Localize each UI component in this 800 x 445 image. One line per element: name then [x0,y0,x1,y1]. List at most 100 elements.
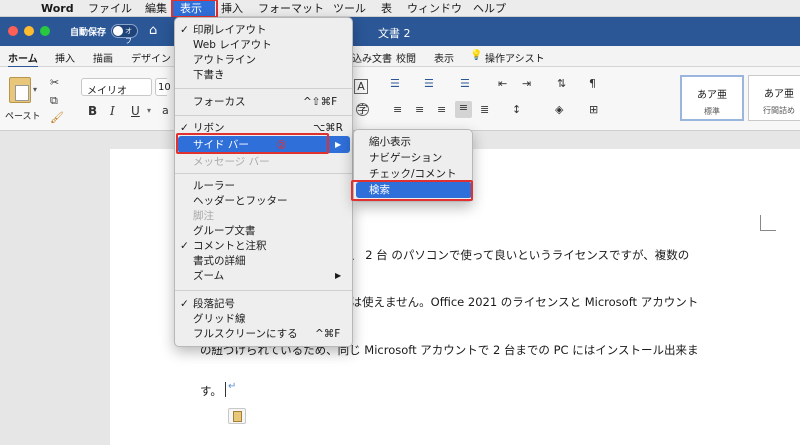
cut-icon[interactable]: ✂ [50,76,59,90]
tab-draw[interactable]: 描画 [93,50,113,65]
align-center-icon[interactable]: ≡ [415,103,424,117]
view-menu-sidebar-arrow: ▶ [335,140,342,149]
text-cursor [225,382,226,397]
shading-icon[interactable]: ◈ [555,103,563,117]
view-menu-message-bar: メッセージ バー [193,156,270,168]
view-menu-highlight [171,0,218,18]
sort-icon[interactable]: ⇅ [557,77,566,91]
numbering-icon[interactable]: ☰ [424,77,434,91]
copy-icon[interactable]: ⧉ [50,94,58,108]
bullets-icon[interactable]: ☰ [390,77,400,91]
char-border-icon[interactable]: A [354,79,368,94]
sidebar-menu-navigation[interactable]: ナビゲーション [369,151,442,165]
format-painter-icon[interactable]: 🖌 [50,111,64,125]
style-normal[interactable]: あア亜 標準 [680,75,744,121]
autosave-toggle[interactable]: オフ [111,24,138,45]
borders-icon[interactable]: ⊞ [589,103,598,117]
menu-file[interactable]: ファイル [88,2,132,15]
menu-table[interactable]: 表 [381,2,392,15]
view-menu-zoom[interactable]: ズーム [193,269,224,283]
menubar: Word ファイル 編集 表示 挿入 フォーマット ツール 表 ウィンドウ ヘル… [0,0,800,17]
menu-format[interactable]: フォーマット [258,2,324,15]
view-menu-paragraph-marks[interactable]: 段落記号 [193,297,235,311]
doc-line-4: す。 [200,384,222,398]
menu-tools[interactable]: ツール [333,2,366,15]
style-no-spacing-preview: あア亜 [764,89,794,100]
font-name-value: メイリオ [87,86,127,97]
font-size-value: 10 [158,82,171,93]
paste-options-button[interactable] [228,408,246,424]
tab-tell-me[interactable]: 操作アシスト [485,50,545,65]
paste-sheet-icon [15,85,29,101]
justify-icon[interactable]: ≡ [455,101,472,118]
zoom-window-button[interactable] [40,26,50,36]
menu-separator [175,290,352,291]
paste-dropdown-icon[interactable]: ▾ [33,85,37,94]
search-item-annotation [351,180,473,201]
ribbon: ▾ ペースト ✂ ⧉ 🖌 メイリオ 10 B I U ▾ a A 字 ☰ ☰ ☰… [0,67,800,131]
underline-dropdown-icon[interactable]: ▾ [147,104,151,118]
view-menu-fullscreen-shortcut: ^⌘F [315,328,341,340]
minimize-window-button[interactable] [24,26,34,36]
view-menu-header-footer[interactable]: ヘッダーとフッター [193,194,288,208]
multilevel-list-icon[interactable]: ☰ [460,77,470,91]
align-left-icon[interactable]: ≡ [393,103,402,117]
view-menu-zoom-arrow: ▶ [335,271,342,280]
style-no-spacing[interactable]: あア亜 行間詰め [748,75,800,121]
decrease-indent-icon[interactable]: ⇤ [498,77,507,91]
view-menu-gridlines[interactable]: グリッド線 [193,312,246,326]
ribbon-tabs: ホーム 挿入 描画 デザイン 差し込み文書 校閲 表示 💡 操作アシスト [0,46,800,68]
view-menu-draft[interactable]: 下書き [193,68,225,82]
menu-edit[interactable]: 編集 [145,2,167,15]
enclose-char-icon[interactable]: 字 [356,103,369,116]
view-menu-ruler[interactable]: ルーラー [193,179,235,193]
view-menu-check-12: ✓ [180,240,189,252]
align-right-icon[interactable]: ≡ [437,103,446,117]
menu-separator [175,173,352,174]
tab-review[interactable]: 校閲 [396,50,416,65]
menu-help[interactable]: ヘルプ [473,2,506,15]
view-menu-master-doc[interactable]: グループ文書 [193,224,255,238]
underline-button[interactable]: U [131,104,140,118]
view-menu-print-layout[interactable]: 印刷レイアウト [193,23,267,37]
view-menu: ✓ 印刷レイアウト Web レイアウト アウトライン 下書き フォーカス ^⇧⌘… [174,17,353,347]
menu-separator [175,115,352,116]
strikethrough-icon[interactable]: a [162,104,169,118]
line-spacing-icon[interactable]: ↕ [512,103,521,117]
autosave-label: 自動保存 [70,28,107,38]
margin-corner-mark [760,215,776,231]
show-marks-icon[interactable]: ¶ [589,77,596,91]
view-menu-reveal-formatting[interactable]: 書式の詳細 [193,254,246,268]
menu-separator [175,88,352,89]
view-menu-web-layout[interactable]: Web レイアウト [193,38,272,52]
distributed-icon[interactable]: ≣ [480,103,489,117]
bold-button[interactable]: B [88,104,97,118]
close-window-button[interactable] [8,26,18,36]
font-size-select[interactable]: 10 [155,78,171,96]
sidebar-item-annotation [176,133,329,154]
app-menu[interactable]: Word [41,2,74,15]
tab-design[interactable]: デザイン [131,50,171,65]
doc-line-1: で、 2 台 のパソコンで使って良いというライセンスですが、複数の [339,248,690,262]
view-menu-check-15: ✓ [180,298,189,310]
view-menu-outline[interactable]: アウトライン [193,53,256,67]
sidebar-menu-comments[interactable]: チェック/コメント [369,167,457,181]
sidebar-menu-thumbnails[interactable]: 縮小表示 [369,135,411,149]
view-menu-fullscreen[interactable]: フルスクリーンにする [193,327,298,341]
paste-label: ペースト [5,112,41,122]
italic-button[interactable]: I [110,104,115,118]
tab-home[interactable]: ホーム [8,50,38,68]
increase-indent-icon[interactable]: ⇥ [522,77,531,91]
menu-window[interactable]: ウィンドウ [407,2,462,15]
view-menu-markup[interactable]: コメントと注釈 [193,239,267,253]
style-no-spacing-label: 行間詰め [763,106,795,115]
tab-insert[interactable]: 挿入 [55,50,75,65]
style-normal-preview: あア亜 [697,90,727,101]
paste-icon[interactable] [9,77,31,103]
home-icon[interactable]: ⌂ [149,23,157,38]
lightbulb-icon: 💡 [470,50,483,61]
menu-insert[interactable]: 挿入 [221,2,243,15]
view-menu-focus[interactable]: フォーカス [193,95,246,109]
tab-view[interactable]: 表示 [434,50,454,65]
font-name-select[interactable]: メイリオ [81,78,152,97]
